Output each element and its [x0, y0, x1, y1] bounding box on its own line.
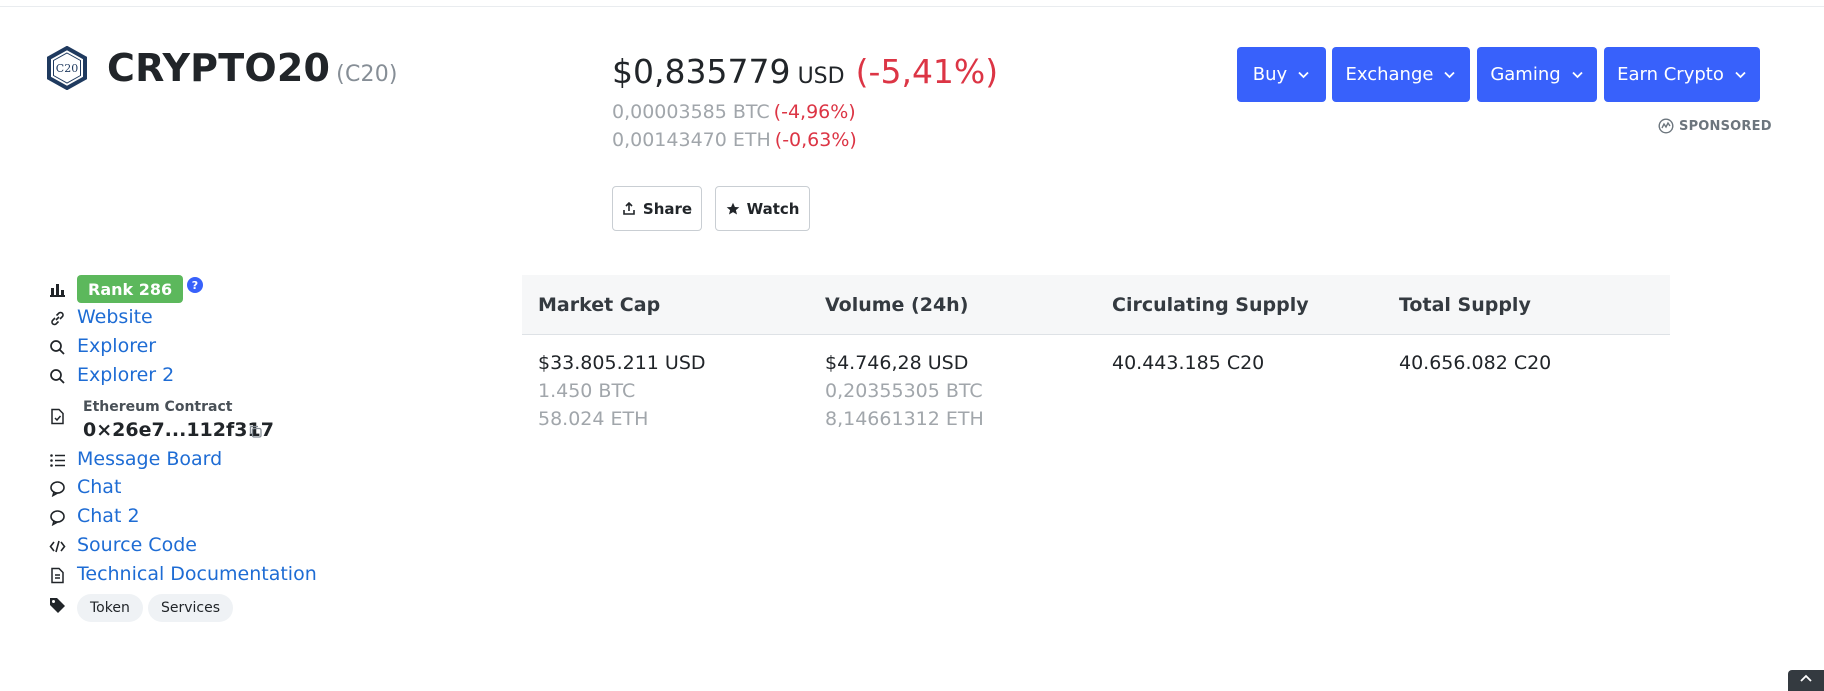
chat-bubble-icon [48, 508, 66, 526]
market-cap-usd: $33.805.211 USD [538, 352, 706, 374]
sponsored-label: SPONSORED [1658, 118, 1772, 134]
stats-header-row: Market Cap Volume (24h) Circulating Supp… [522, 275, 1670, 335]
copy-icon[interactable] [248, 424, 263, 439]
tech-docs-link[interactable]: Technical Documentation [77, 563, 317, 585]
market-cap-cell: $33.805.211 USD 1.450 BTC 58.024 ETH [522, 349, 809, 433]
stats-body-row: $33.805.211 USD 1.450 BTC 58.024 ETH $4.… [522, 335, 1670, 433]
tags-row [48, 596, 66, 614]
gaming-dropdown-button[interactable]: Gaming [1477, 47, 1597, 102]
message-board-row [48, 451, 66, 469]
bar-chart-icon [48, 280, 66, 298]
explorer2-row [48, 367, 66, 385]
explorer-link[interactable]: Explorer [77, 335, 156, 357]
price-main: $0,835779 USD (-5,41%) [612, 52, 998, 91]
header-circulating-supply: Circulating Supply [1112, 293, 1309, 316]
share-label: Share [642, 199, 693, 218]
star-icon [726, 202, 739, 214]
chevron-up-icon [1800, 674, 1812, 682]
buy-label: Buy [1252, 64, 1288, 85]
chevron-down-icon [1572, 71, 1583, 79]
help-icon[interactable]: ? [187, 277, 203, 293]
header-market-cap: Market Cap [538, 293, 661, 316]
earn-crypto-label: Earn Crypto [1617, 64, 1724, 85]
search-icon [48, 338, 66, 356]
chevron-down-icon [1298, 71, 1309, 79]
contract-label: Ethereum Contract [83, 399, 233, 415]
watch-button[interactable]: Watch [715, 186, 810, 231]
code-icon [48, 537, 66, 555]
chat2-link[interactable]: Chat 2 [77, 505, 140, 527]
header-total-supply: Total Supply [1399, 293, 1531, 316]
tech-docs-row [48, 566, 66, 584]
coin-logo-icon: C20 [47, 46, 87, 90]
contract-address: 0×26e7...112f317 [83, 419, 274, 441]
search-icon [48, 367, 66, 385]
share-button[interactable]: Share [612, 186, 702, 231]
coin-symbol: (C20) [336, 62, 398, 87]
coin-title: CRYPTO20 (C20) [107, 46, 398, 90]
chat2-row [48, 508, 66, 526]
rank-badge: Rank 286 [77, 275, 184, 303]
circulating-supply-cell: 40.443.185 C20 [1096, 349, 1383, 433]
message-board-link[interactable]: Message Board [77, 448, 222, 470]
market-cap-eth: 58.024 ETH [538, 408, 649, 430]
coin-name: CRYPTO20 [107, 46, 331, 90]
circulating-supply-value: 40.443.185 C20 [1112, 352, 1265, 374]
stats-table: Market Cap Volume (24h) Circulating Supp… [522, 275, 1670, 433]
price-eth-value: 0,00143470 ETH [612, 129, 771, 151]
volume-eth: 8,14661312 ETH [825, 408, 984, 430]
market-cap-btc: 1.450 BTC [538, 380, 636, 402]
rank-row [48, 280, 66, 298]
price-usd-value: $0,835779 [612, 52, 791, 91]
price-eth-change: (-0,63%) [774, 129, 857, 151]
price-usd-change: (-5,41%) [855, 52, 999, 91]
volume-btc: 0,20355305 BTC [825, 380, 983, 402]
contract-row [48, 407, 66, 425]
explorer-row [48, 338, 66, 356]
coin-logo-text: C20 [56, 62, 78, 75]
list-icon [48, 451, 66, 469]
sponsored-text: SPONSORED [1679, 118, 1772, 134]
price-usd-unit: USD [797, 64, 845, 89]
chevron-down-icon [1735, 71, 1746, 79]
exchange-label: Exchange [1345, 64, 1434, 85]
total-supply-cell: 40.656.082 C20 [1383, 349, 1670, 433]
price-eth: 0,00143470 ETH (-0,63%) [612, 129, 857, 151]
tag-services[interactable]: Services [148, 594, 234, 622]
gaming-label: Gaming [1490, 64, 1561, 85]
source-code-link[interactable]: Source Code [77, 534, 197, 556]
chat-link[interactable]: Chat [77, 476, 121, 498]
document-icon [48, 566, 66, 584]
top-divider [0, 6, 1824, 7]
volume-cell: $4.746,28 USD 0,20355305 BTC 8,14661312 … [809, 349, 1096, 433]
earn-crypto-dropdown-button[interactable]: Earn Crypto [1604, 47, 1760, 102]
sponsor-logo-icon [1658, 118, 1674, 134]
tag-icon [48, 596, 66, 614]
price-btc: 0,00003585 BTC (-4,96%) [612, 101, 856, 123]
website-link[interactable]: Website [77, 306, 153, 328]
tag-token[interactable]: Token [77, 594, 143, 622]
website-row [48, 309, 66, 327]
scroll-to-top-button[interactable] [1788, 670, 1824, 691]
chat-row [48, 479, 66, 497]
contract-file-icon [48, 407, 66, 425]
volume-usd: $4.746,28 USD [825, 352, 969, 374]
chevron-down-icon [1444, 71, 1456, 79]
header-volume: Volume (24h) [825, 293, 969, 316]
buy-dropdown-button[interactable]: Buy [1237, 47, 1326, 102]
price-btc-change: (-4,96%) [773, 101, 856, 123]
chat-bubble-icon [48, 479, 66, 497]
watch-label: Watch [746, 199, 800, 218]
explorer2-link[interactable]: Explorer 2 [77, 364, 174, 386]
share-icon [623, 201, 635, 215]
source-code-row [48, 537, 66, 555]
link-icon [48, 309, 66, 327]
price-btc-value: 0,00003585 BTC [612, 101, 770, 123]
exchange-dropdown-button[interactable]: Exchange [1332, 47, 1470, 102]
total-supply-value: 40.656.082 C20 [1399, 352, 1552, 374]
